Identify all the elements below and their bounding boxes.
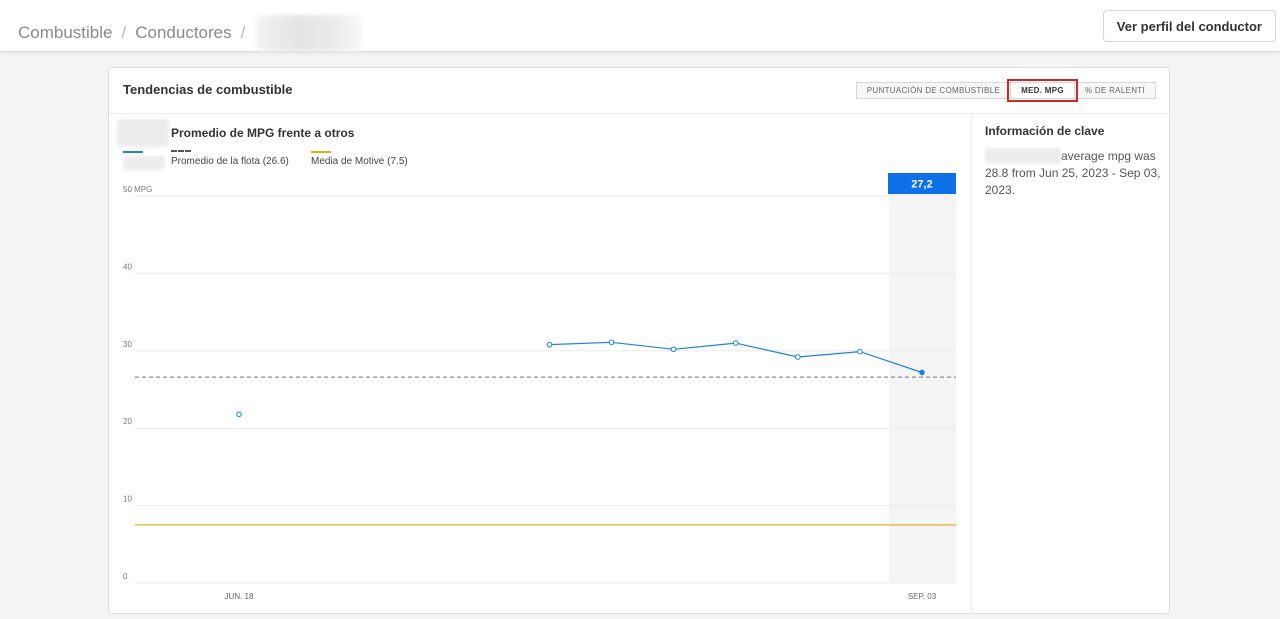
breadcrumb-separator: /: [121, 23, 127, 42]
series-line: [549, 341, 923, 374]
x-tick-label: SEP. 03: [908, 592, 937, 601]
view-driver-profile-button[interactable]: Ver perfil del conductor: [1102, 10, 1276, 42]
top-bar: Combustible / Conductores / Ver perfil d…: [0, 0, 1280, 52]
breadcrumb: Combustible / Conductores /: [18, 15, 363, 51]
breadcrumb-conductores[interactable]: Conductores: [135, 23, 231, 43]
breadcrumb-combustible[interactable]: Combustible: [18, 23, 113, 43]
highlight-value-label: 27,2: [911, 179, 932, 191]
card-header: Tendencias de combustible PUNTUACIÓN DE …: [109, 68, 1169, 114]
tab-idle-percent[interactable]: % DE RALENTÍ: [1073, 82, 1156, 99]
mpg-line-chart: 0 10 20 30 40 50 MPG 27,2 JUN. 18 SEP. 03: [123, 173, 956, 601]
key-info-title: Información de clave: [985, 124, 1105, 138]
y-tick-label: 20: [123, 417, 132, 426]
data-point: [919, 369, 925, 376]
tab-fuel-score[interactable]: PUNTUACIÓN DE COMBUSTIBLE: [855, 82, 1012, 99]
key-info-text: average mpg was 28.8 from Jun 25, 2023 -…: [985, 148, 1165, 199]
data-point: [795, 354, 801, 360]
data-point: [857, 348, 863, 355]
tab-avg-mpg[interactable]: MED. MPG: [1007, 79, 1078, 102]
card-title: Tendencias de combustible: [123, 82, 293, 97]
data-point: [732, 340, 739, 346]
breadcrumb-separator: /: [240, 23, 246, 42]
data-point: [608, 339, 615, 346]
y-tick-label: 40: [123, 262, 132, 271]
panel-divider: [971, 114, 972, 614]
y-tick-label: 30: [123, 340, 132, 349]
data-point: [236, 411, 242, 418]
redacted-driver-name: [256, 15, 363, 51]
x-tick-label: JUN. 18: [225, 592, 254, 601]
key-info-panel: Información de clave average mpg was 28.…: [985, 124, 1165, 199]
metric-tabs: PUNTUACIÓN DE COMBUSTIBLE MED. MPG % DE …: [855, 79, 1156, 102]
y-tick-label: 0: [123, 572, 128, 581]
y-tick-label: 10: [123, 495, 132, 504]
data-point: [670, 346, 677, 353]
y-tick-label: 50 MPG: [123, 185, 152, 194]
redacted-driver-name: [985, 148, 1061, 163]
chart-area: Promedio de MPG frente a otros Promedio …: [109, 114, 971, 614]
fuel-trends-card: Tendencias de combustible PUNTUACIÓN DE …: [108, 67, 1170, 614]
data-point: [546, 341, 553, 348]
